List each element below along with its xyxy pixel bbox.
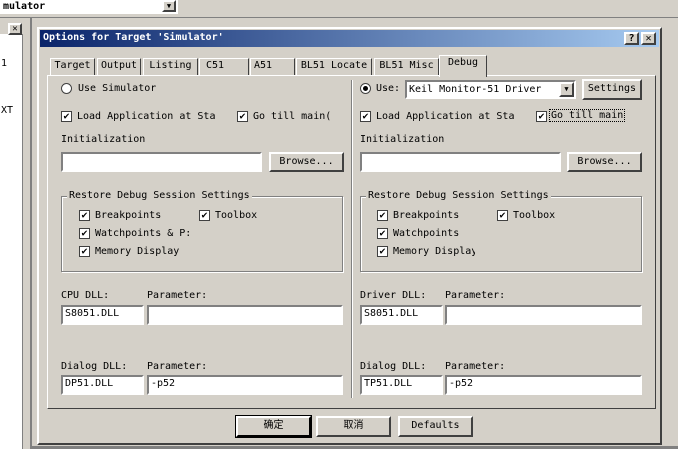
right-breakpoints-label: Breakpoints	[393, 210, 460, 221]
dialog-title: Options for Target 'Simulator'	[43, 32, 224, 43]
right-initialization-label: Initialization	[360, 134, 445, 145]
settings-button[interactable]: Settings	[582, 79, 642, 100]
right-dialog-dll-label: Dialog DLL:	[360, 361, 427, 372]
left-load-app-checkbox[interactable]: ✔	[61, 111, 72, 122]
defaults-button[interactable]: Defaults	[398, 416, 473, 437]
left-toolbox-checkbox[interactable]: ✔	[199, 210, 210, 221]
bg-side-label-1: 1	[1, 58, 8, 69]
tab-c51[interactable]: C51	[199, 58, 249, 76]
right-restore-title: Restore Debug Session Settings	[366, 190, 551, 201]
right-dialog-dll-input[interactable]: TP51.DLL	[360, 375, 443, 395]
driver-select-chevron-down-icon[interactable]: ▼	[559, 82, 574, 97]
left-dialog-dll-input[interactable]: DP51.DLL	[61, 375, 144, 395]
left-initialization-label: Initialization	[61, 134, 146, 145]
left-breakpoints-label: Breakpoints	[95, 210, 162, 221]
left-breakpoints-checkbox[interactable]: ✔	[79, 210, 90, 221]
use-driver-radio[interactable]	[360, 83, 371, 94]
left-dialog-param-label: Parameter:	[147, 361, 208, 372]
use-simulator-label: Use Simulator	[78, 83, 157, 94]
bg-combo-text: mulator	[3, 1, 46, 12]
left-memory-display-label: Memory Display	[95, 246, 180, 257]
right-watchpoints-checkbox[interactable]: ✔	[377, 228, 388, 239]
tab-listing[interactable]: Listing	[143, 58, 198, 76]
tab-a51[interactable]: A51	[250, 58, 295, 76]
left-load-app-label: Load Application at Sta	[77, 111, 216, 122]
tab-target[interactable]: Target	[50, 58, 95, 76]
right-memory-display-label: Memory Display	[393, 246, 475, 257]
left-dialog-param-input[interactable]: -p52	[147, 375, 343, 395]
bg-toolbar-divider	[0, 17, 678, 18]
right-dialog-param-label: Parameter:	[445, 361, 506, 372]
panel-divider	[351, 80, 353, 398]
cpu-dll-label: CPU DLL:	[61, 290, 110, 301]
right-go-till-main-checkbox[interactable]: ✔	[536, 111, 547, 122]
use-driver-label: Use:	[376, 83, 401, 94]
right-breakpoints-checkbox[interactable]: ✔	[377, 210, 388, 221]
chevron-down-icon[interactable]: ▼	[162, 0, 176, 12]
cpu-dll-input[interactable]: S8051.DLL	[61, 305, 144, 325]
bg-close-button[interactable]: ✕	[8, 23, 22, 35]
left-go-till-main-checkbox[interactable]: ✔	[237, 111, 248, 122]
left-watchpoints-label: Watchpoints & P:	[95, 228, 189, 239]
driver-select[interactable]: Keil Monitor-51 Driver ▼	[405, 80, 576, 99]
driver-dll-input[interactable]: S8051.DLL	[360, 305, 443, 325]
right-watchpoints-label: Watchpoints	[393, 228, 460, 239]
use-simulator-radio[interactable]	[61, 83, 72, 94]
right-load-app-checkbox[interactable]: ✔	[360, 111, 371, 122]
cancel-button[interactable]: 取消	[316, 416, 391, 437]
right-init-input[interactable]	[360, 152, 561, 172]
right-go-till-main-label: Go till main	[548, 109, 626, 122]
close-button[interactable]: ✕	[641, 32, 656, 45]
bg-side-panel	[0, 34, 23, 449]
left-toolbox-label: Toolbox	[215, 210, 258, 221]
right-toolbox-label: Toolbox	[513, 210, 556, 221]
left-go-till-main-label: Go till main(	[253, 111, 332, 122]
left-memory-display-checkbox[interactable]: ✔	[79, 246, 90, 257]
driver-param-input[interactable]	[445, 305, 642, 325]
tab-debug[interactable]: Debug	[439, 55, 487, 77]
cpu-param-label: Parameter:	[147, 290, 208, 301]
right-toolbox-checkbox[interactable]: ✔	[497, 210, 508, 221]
right-dialog-param-input[interactable]: -p52	[445, 375, 642, 395]
right-load-app-label: Load Application at Sta	[376, 111, 515, 122]
dialog-titlebar[interactable]: Options for Target 'Simulator' ? ✕	[40, 30, 659, 47]
driver-param-label: Parameter:	[445, 290, 506, 301]
cpu-param-input[interactable]	[147, 305, 343, 325]
right-memory-display-checkbox[interactable]: ✔	[377, 246, 388, 257]
help-button[interactable]: ?	[624, 32, 639, 45]
left-browse-button[interactable]: Browse...	[269, 152, 344, 172]
bg-pane-divider	[30, 18, 32, 449]
ok-button[interactable]: 确定	[235, 415, 312, 438]
left-watchpoints-checkbox[interactable]: ✔	[79, 228, 90, 239]
tab-bl51-misc[interactable]: BL51 Misc	[374, 58, 439, 76]
tab-bl51-locate[interactable]: BL51 Locate	[296, 58, 372, 76]
bg-combo[interactable]: mulator ▼	[0, 0, 178, 14]
options-dialog: Options for Target 'Simulator' ? ✕ Targe…	[37, 27, 662, 445]
left-init-input[interactable]	[61, 152, 262, 172]
left-dialog-dll-label: Dialog DLL:	[61, 361, 128, 372]
left-restore-title: Restore Debug Session Settings	[67, 190, 252, 201]
tab-output[interactable]: Output	[97, 58, 141, 76]
bg-side-label-2: XT	[1, 105, 14, 116]
driver-dll-label: Driver DLL:	[360, 290, 427, 301]
right-browse-button[interactable]: Browse...	[567, 152, 642, 172]
